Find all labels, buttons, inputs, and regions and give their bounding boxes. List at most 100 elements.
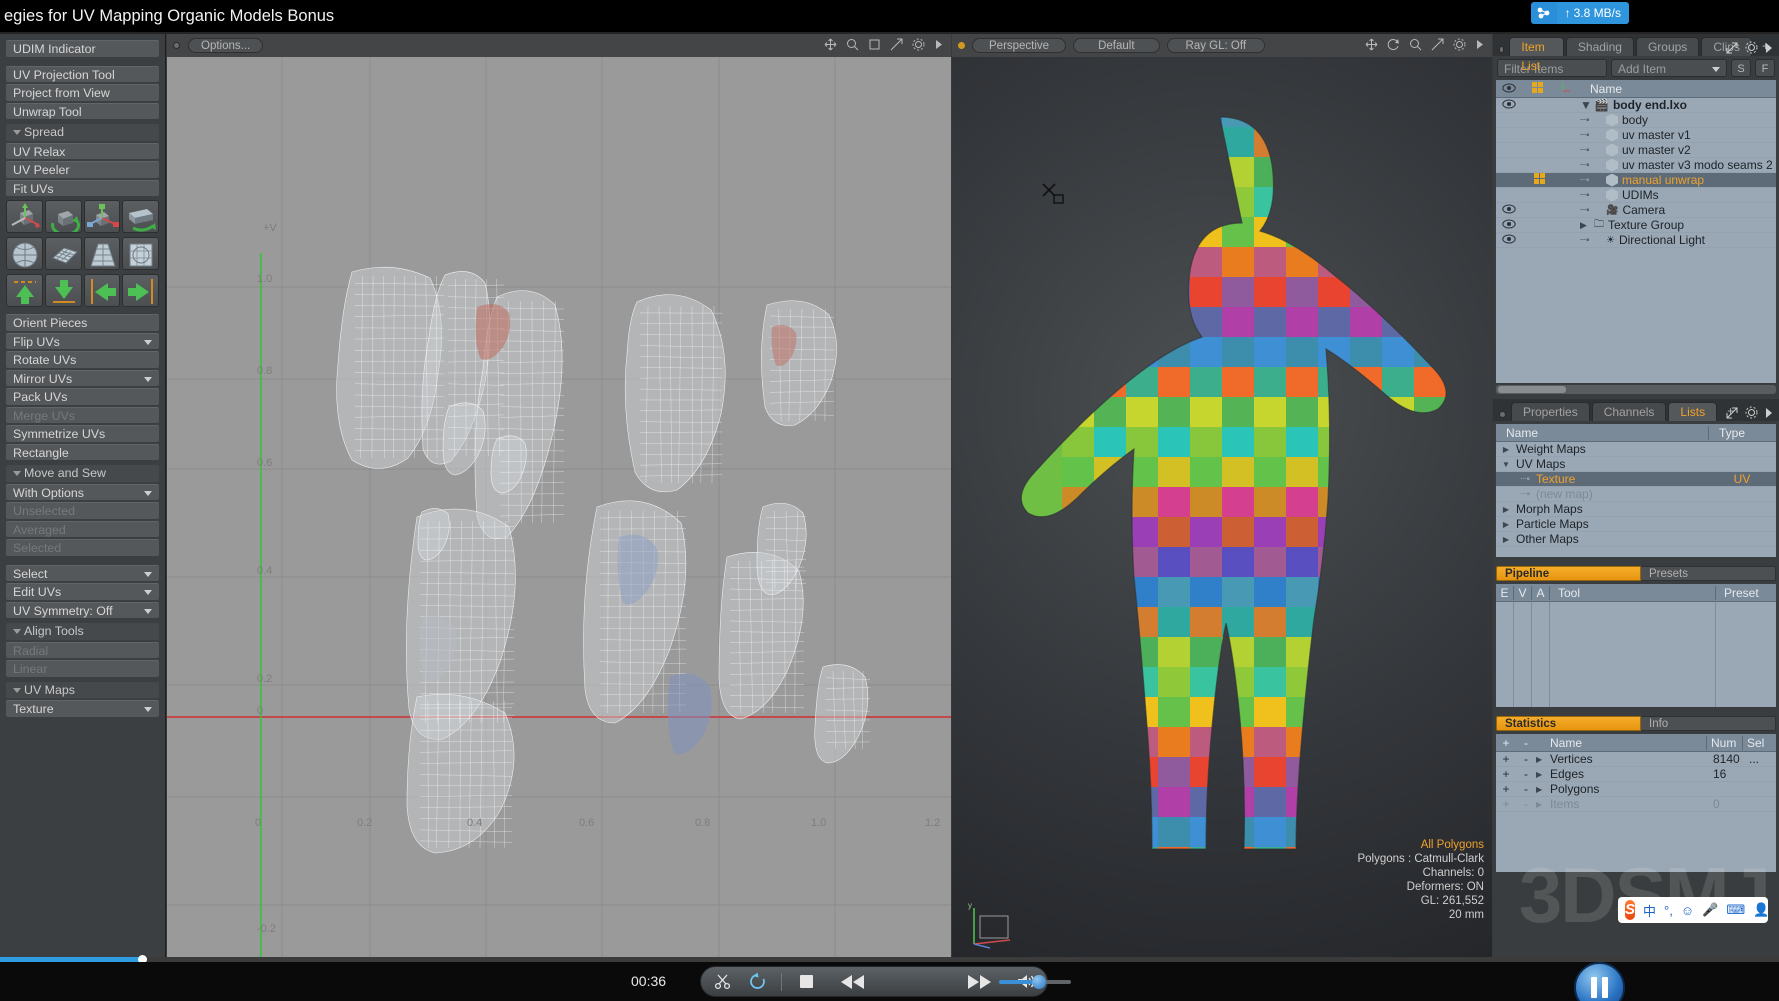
tool-mirror-uvs[interactable]: Mirror UVs [6,370,159,387]
button-f[interactable]: F [1755,59,1775,77]
tab-properties[interactable]: Properties [1511,402,1590,421]
uv-editor-viewport[interactable]: Options... 0 0.2 0.4 0.6 0.8 1.0 1.2 1.0… [167,34,951,962]
scale-uv-icon[interactable] [84,200,121,233]
tab-statistics[interactable]: Statistics [1496,716,1641,731]
tool-symmetrize-uvs[interactable]: Symmetrize UVs [6,425,159,442]
lists-table[interactable]: Name Type ▶ Weight Maps ▼ UV Maps ┄▪ Tex… [1496,424,1776,557]
align-right-icon[interactable] [122,274,159,307]
list-item[interactable]: ┄▪ UDIMs [1496,188,1776,203]
fit-icon[interactable] [868,38,881,51]
list-item[interactable]: ┄▪ body [1496,113,1776,128]
list-item[interactable]: ▶ Other Maps [1496,532,1776,547]
tool-rectangle[interactable]: Rectangle [6,444,159,461]
list-item[interactable]: ┄▪ uv master v2 [1496,143,1776,158]
tool-uv-projection[interactable]: UV Projection Tool [6,66,159,83]
gear-icon[interactable] [1745,41,1758,54]
statistics-body[interactable]: + - ▶ Vertices 8140 ... + - ▶ Edges 16 +… [1496,752,1776,872]
tool-select[interactable]: Select [6,565,159,582]
expand-icon[interactable] [890,38,903,51]
align-left-icon[interactable] [84,274,121,307]
align-up-icon[interactable] [6,274,43,307]
sphere-map-icon[interactable] [6,237,43,270]
list-item[interactable]: ▶ Morph Maps [1496,502,1776,517]
list-item[interactable]: ┄▪ (new map) [1496,487,1776,502]
tool-project-from-view[interactable]: Project from View [6,84,159,101]
list-item[interactable]: ┄▪ ☀ Directional Light [1496,233,1776,248]
viewport-type-dropdown[interactable]: Perspective [972,38,1066,53]
gear-icon[interactable] [912,38,925,51]
emoji-icon[interactable]: ☺ [1681,903,1694,918]
tool-fit-uvs[interactable]: Fit UVs [6,180,159,197]
flip-uv-icon[interactable] [122,200,159,233]
list-item-selected[interactable]: ┄▪ Texture UV [1496,472,1776,487]
tool-flip-uvs[interactable]: Flip UVs [6,333,159,350]
lists-body[interactable]: ▶ Weight Maps ▼ UV Maps ┄▪ Texture UV ┄▪… [1496,442,1776,557]
list-item-selected[interactable]: ┄▪ manual unwrap [1496,173,1776,188]
cylinder-map-icon[interactable] [84,237,121,270]
perspective-viewport[interactable]: Perspective Default Ray GL: Off All Poly… [952,34,1492,962]
tab-channels[interactable]: Channels [1592,402,1667,421]
eye-icon[interactable] [1502,234,1516,244]
item-list-body[interactable]: ▼ 🎬 body end.lxo ┄▪ body ┄▪ uv master v1… [1496,98,1776,383]
cut-icon[interactable] [711,971,733,993]
pipeline-body[interactable] [1496,602,1776,707]
viewport-menu-dot[interactable] [173,42,180,49]
stop-button[interactable] [795,971,817,993]
uv-options-button[interactable]: Options... [188,38,263,53]
tool-orient-pieces[interactable]: Orient Pieces [6,314,159,331]
pan-icon[interactable] [1365,38,1378,51]
tab-item-list[interactable]: Item List [1509,37,1564,56]
section-move-and-sew[interactable]: Move and Sew [6,465,159,482]
chevron-right-icon[interactable] [1765,42,1773,54]
ime-toolbar[interactable]: S 中 °, ☺ 🎤 ⌨ 👤 [1618,897,1768,923]
move-uv-icon[interactable] [6,200,43,233]
item-list-hscrollbar[interactable] [1496,385,1776,394]
box-map-icon[interactable] [122,237,159,270]
viewport-3d-canvas[interactable]: All Polygons Polygons : Catmull-Clark Ch… [952,57,1492,962]
fast-forward-button[interactable] [956,971,1002,993]
tab-pipeline[interactable]: Pipeline [1496,566,1641,581]
pan-icon[interactable] [824,38,837,51]
section-align-tools[interactable]: Align Tools [6,623,159,640]
pipeline-table[interactable]: E V A Tool Preset [1496,584,1776,707]
table-row[interactable]: + - ▶ Edges 16 [1496,767,1776,782]
tool-udim-indicator[interactable]: UDIM Indicator [6,40,159,57]
ime-mode-label[interactable]: 中 [1643,901,1656,920]
tool-uv-relax[interactable]: UV Relax [6,143,159,160]
tool-with-options[interactable]: With Options [6,484,159,501]
expand-icon[interactable] [1726,407,1738,419]
keyboard-icon[interactable]: ⌨ [1726,902,1745,918]
rewind-button[interactable] [830,971,876,993]
viewport-menu-dot[interactable] [958,42,965,49]
gear-icon[interactable] [1745,406,1758,419]
rotate-icon[interactable] [1387,38,1400,51]
ime-punct-label[interactable]: °, [1664,903,1673,918]
tool-uv-symmetry[interactable]: UV Symmetry: Off [6,602,159,619]
list-item[interactable]: ▶ 🗀 Texture Group [1496,218,1776,233]
panel-menu-dot[interactable] [1499,411,1506,418]
statistics-table[interactable]: + - Name Num Sel + - ▶ Vertices 8140 ...… [1496,734,1776,872]
tab-info[interactable]: Info [1641,716,1776,731]
gear-icon[interactable] [1453,38,1466,51]
play-pause-button[interactable] [1574,962,1625,1001]
list-item[interactable]: ▶ Particle Maps [1496,517,1776,532]
zoom-icon[interactable] [846,38,859,51]
tool-unwrap[interactable]: Unwrap Tool [6,103,159,120]
rotate-uv-icon[interactable] [45,200,82,233]
list-item[interactable]: ▼ UV Maps [1496,457,1776,472]
tab-shading[interactable]: Shading [1566,37,1634,56]
eye-icon[interactable] [1502,204,1516,214]
tab-groups[interactable]: Groups [1636,37,1699,56]
table-row[interactable]: + - ▶ Items 0 [1496,797,1776,812]
expand-icon[interactable] [1726,42,1738,54]
sogou-icon[interactable]: S [1625,900,1635,920]
tool-uv-peeler[interactable]: UV Peeler [6,161,159,178]
list-item[interactable]: ┄▪ 🎥 Camera [1496,203,1776,218]
section-spread[interactable]: Spread [6,124,159,141]
chevron-right-icon[interactable] [934,38,943,51]
uv-canvas[interactable]: 0 0.2 0.4 0.6 0.8 1.0 1.2 1.0 0.8 0.6 0.… [167,57,951,962]
viewport-style-dropdown[interactable]: Default [1073,38,1159,53]
list-item[interactable]: ▼ 🎬 body end.lxo [1496,98,1776,113]
tool-edit-uvs[interactable]: Edit UVs [6,583,159,600]
button-s[interactable]: S [1731,59,1751,77]
